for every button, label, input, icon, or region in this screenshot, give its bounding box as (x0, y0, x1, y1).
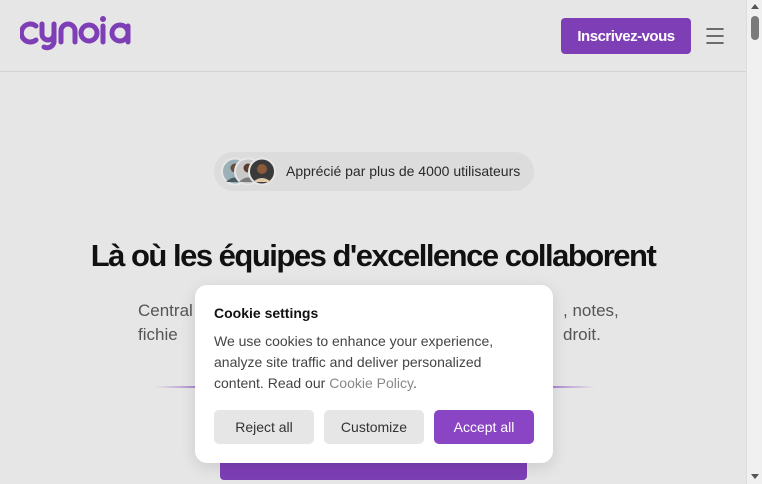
site-header: cynoia Inscrivez-vous (0, 0, 746, 72)
reject-all-button[interactable]: Reject all (214, 410, 314, 444)
page-scrollbar[interactable] (746, 0, 762, 484)
signup-button[interactable]: Inscrivez-vous (561, 18, 691, 54)
scroll-down-arrow-icon[interactable] (751, 474, 759, 479)
hero-subtitle-right: , notes, droit. (563, 299, 619, 347)
subtitle-right-line1: , notes, (563, 301, 619, 320)
scrollbar-thumb[interactable] (751, 16, 759, 40)
hero-headline: Là où les équipes d'excellence collabore… (90, 238, 657, 273)
accept-all-button[interactable]: Accept all (434, 410, 534, 444)
user-avatars (221, 157, 276, 186)
subtitle-left-line1: Central (138, 301, 193, 320)
cookie-dialog: Cookie settings We use cookies to enhanc… (195, 285, 553, 463)
subtitle-right-line2: droit. (563, 325, 601, 344)
cookie-dialog-text: We use cookies to enhance your experienc… (214, 331, 534, 394)
customize-button[interactable]: Customize (324, 410, 424, 444)
users-badge: Apprécié par plus de 4000 utilisateurs (214, 152, 534, 191)
scroll-up-arrow-icon[interactable] (751, 4, 759, 9)
cookie-dialog-title: Cookie settings (214, 305, 319, 321)
cookie-text-end: . (412, 375, 417, 391)
subtitle-left-line2: fichie (138, 325, 178, 344)
hamburger-menu-icon[interactable] (705, 26, 725, 46)
cookie-policy-link[interactable]: Cookie Policy (329, 375, 413, 391)
hero-subtitle-left: Central fichie (138, 299, 193, 347)
cynoia-logo[interactable]: cynoia (20, 14, 134, 54)
users-badge-text: Apprécié par plus de 4000 utilisateurs (286, 163, 521, 179)
